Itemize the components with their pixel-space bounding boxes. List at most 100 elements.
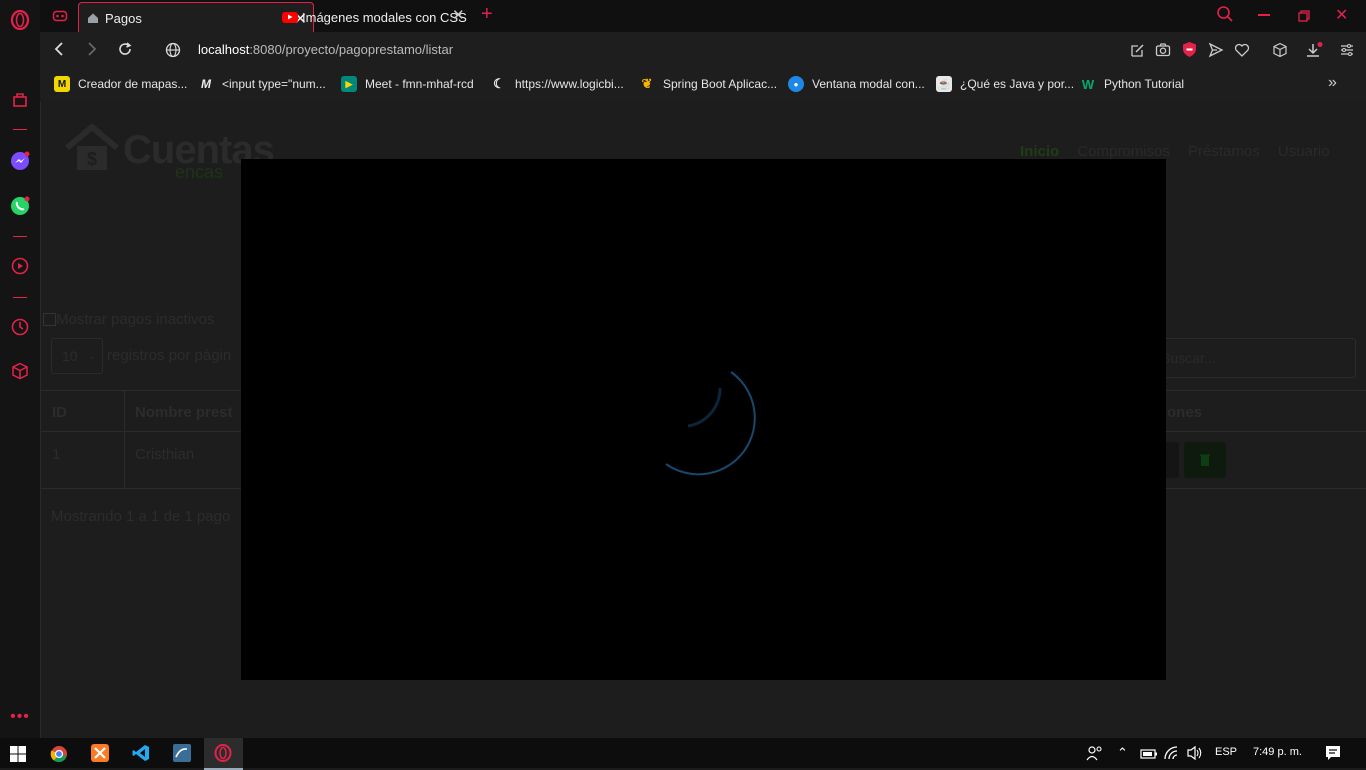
cell-id: 1 xyxy=(52,446,61,463)
mysql-workbench-icon[interactable] xyxy=(173,744,191,767)
more-options-icon[interactable]: ••• xyxy=(9,706,31,728)
page-size-select[interactable]: 10 ⌄ xyxy=(51,338,103,374)
bookmark-label: Creador de mapas... xyxy=(78,77,188,91)
reload-icon[interactable] xyxy=(117,41,133,62)
tab-bar: Pagos ✕ Imágenes modales con CSS ✕ + ✕ xyxy=(40,0,1366,33)
chrome-icon[interactable] xyxy=(50,745,68,768)
column-header-nombre: Nombre prest xyxy=(135,404,233,421)
bookmark-item[interactable]: M Creador de mapas... xyxy=(54,75,187,93)
tab-close-icon[interactable]: ✕ xyxy=(452,6,465,24)
clock[interactable]: 7:49 p. m. xyxy=(1253,746,1302,758)
main-nav: Inicio Compromisos Préstamos Usuario xyxy=(1020,143,1330,160)
url-field[interactable]: localhost:8080/proyecto/pagoprestamo/lis… xyxy=(198,42,453,57)
tab-imagenes-modales[interactable]: Imágenes modales con CSS xyxy=(282,2,472,32)
meet-icon: ▶ xyxy=(341,76,357,92)
history-clock-icon[interactable] xyxy=(9,316,31,338)
tab-pagos[interactable]: Pagos ✕ xyxy=(78,2,314,33)
house-logo-icon: $ xyxy=(65,124,119,170)
image-modal[interactable] xyxy=(241,159,1166,680)
nav-link-prestamos[interactable]: Préstamos xyxy=(1188,143,1260,160)
column-header-id: ID xyxy=(52,404,67,421)
nav-link-inicio[interactable]: Inicio xyxy=(1020,143,1059,160)
sidebar-separator xyxy=(13,236,27,237)
windows-start-icon[interactable] xyxy=(10,746,26,767)
bookmark-item[interactable]: ❦ Spring Boot Aplicac... xyxy=(639,75,778,93)
adblock-shield-icon[interactable] xyxy=(1182,41,1197,63)
forward-icon[interactable] xyxy=(85,41,99,62)
bookmark-label: <input type="num... xyxy=(222,77,326,91)
nav-link-usuario[interactable]: Usuario xyxy=(1278,143,1330,160)
battery-icon[interactable] xyxy=(1140,747,1158,765)
spring-icon: ❦ xyxy=(641,76,653,91)
people-icon[interactable] xyxy=(1086,745,1104,766)
send-icon[interactable] xyxy=(1208,42,1224,63)
address-bar-row: localhost:8080/proyecto/pagoprestamo/lis… xyxy=(40,32,1366,68)
inactive-toggle-row: Mostrar pagos inactivos xyxy=(43,310,214,328)
url-host: localhost xyxy=(198,42,250,57)
inactive-checkbox-label: Mostrar pagos inactivos xyxy=(56,310,215,328)
bookmark-label: ¿Qué es Java y por... xyxy=(960,77,1075,91)
delete-button[interactable] xyxy=(1184,442,1226,478)
bookmark-item[interactable]: ▶ Meet - fmn-mhaf-rcd xyxy=(341,75,474,93)
bookmark-item[interactable]: ☾ https://www.logicbi... xyxy=(491,75,624,93)
heart-icon[interactable] xyxy=(1234,42,1250,63)
bookmarks-bar: M Creador de mapas... M <input type="num..… xyxy=(40,68,1366,101)
action-center-icon[interactable] xyxy=(1325,745,1341,766)
trash-icon xyxy=(1200,454,1210,466)
page-size-value: 10 xyxy=(62,348,78,364)
easy-setup-icon[interactable] xyxy=(1339,42,1355,63)
chevron-down-icon: ⌄ xyxy=(87,350,96,362)
sidebar-separator xyxy=(13,297,27,298)
opera-taskbar-button[interactable] xyxy=(204,738,243,770)
extensions-box-icon[interactable] xyxy=(1272,42,1288,63)
tab-title: Pagos xyxy=(105,10,142,26)
nav-link-compromisos[interactable]: Compromisos xyxy=(1077,143,1170,160)
workspaces-icon[interactable] xyxy=(50,6,70,26)
back-icon[interactable] xyxy=(52,41,66,62)
site-info-globe-icon[interactable] xyxy=(165,42,181,63)
shopping-icon[interactable] xyxy=(9,89,31,111)
close-window-icon[interactable]: ✕ xyxy=(1335,5,1348,25)
bookmark-item[interactable]: W Python Tutorial xyxy=(1080,75,1184,93)
home-favicon-icon xyxy=(87,11,101,25)
wifi-icon[interactable] xyxy=(1163,745,1181,766)
show-hidden-icons-chevron-icon[interactable]: ⌃ xyxy=(1117,745,1128,761)
miro-icon: M xyxy=(54,76,70,92)
site-logo[interactable]: $ Cuentas encas xyxy=(63,124,275,184)
windows-taskbar: ⌃ ESP 7:49 p. m. xyxy=(0,738,1366,770)
volume-icon[interactable] xyxy=(1186,745,1204,766)
column-header-acciones: ones xyxy=(1167,404,1203,421)
bookmarks-overflow-icon[interactable]: » xyxy=(1328,74,1337,92)
opera-sidebar: ••• xyxy=(0,0,41,738)
new-tab-plus-icon[interactable]: + xyxy=(481,3,493,26)
language-indicator[interactable]: ESP xyxy=(1215,746,1237,758)
edit-button[interactable] xyxy=(1165,442,1179,478)
inactive-checkbox[interactable] xyxy=(43,312,56,326)
camera-icon[interactable] xyxy=(1155,42,1171,63)
whatsapp-icon[interactable] xyxy=(9,195,31,217)
snap-edit-icon[interactable] xyxy=(1130,42,1146,63)
search-tabs-icon[interactable] xyxy=(1216,5,1234,28)
bookmark-label: Python Tutorial xyxy=(1104,77,1185,91)
xampp-icon[interactable] xyxy=(91,744,109,767)
downloads-icon[interactable] xyxy=(1305,42,1323,65)
page-content: $ Cuentas encas Inicio Compromisos Prést… xyxy=(41,100,1366,738)
youtube-favicon-icon xyxy=(282,11,298,23)
logo-subtext: encas xyxy=(175,162,224,182)
bookmark-item[interactable]: ☕ ¿Qué es Java y por... xyxy=(936,75,1074,93)
extensions-cube-icon[interactable] xyxy=(9,360,31,382)
vscode-icon[interactable] xyxy=(132,744,150,767)
player-icon[interactable] xyxy=(9,255,31,277)
bookmark-label: https://www.logicbi... xyxy=(515,77,624,91)
opera-taskbar-icon xyxy=(214,744,232,762)
messenger-icon[interactable] xyxy=(9,150,31,172)
search-input[interactable]: Buscar... xyxy=(1146,338,1356,378)
bookmark-item[interactable]: ● Ventana modal con... xyxy=(788,75,925,93)
restore-icon[interactable] xyxy=(1298,9,1310,27)
opera-logo-icon[interactable] xyxy=(9,9,31,31)
tab-title: Imágenes modales con CSS xyxy=(302,9,467,25)
minimize-icon[interactable] xyxy=(1258,14,1270,16)
svg-text:$: $ xyxy=(87,149,97,169)
bookmark-item[interactable]: M <input type="num... xyxy=(198,75,326,93)
sidebar-separator xyxy=(13,129,27,130)
